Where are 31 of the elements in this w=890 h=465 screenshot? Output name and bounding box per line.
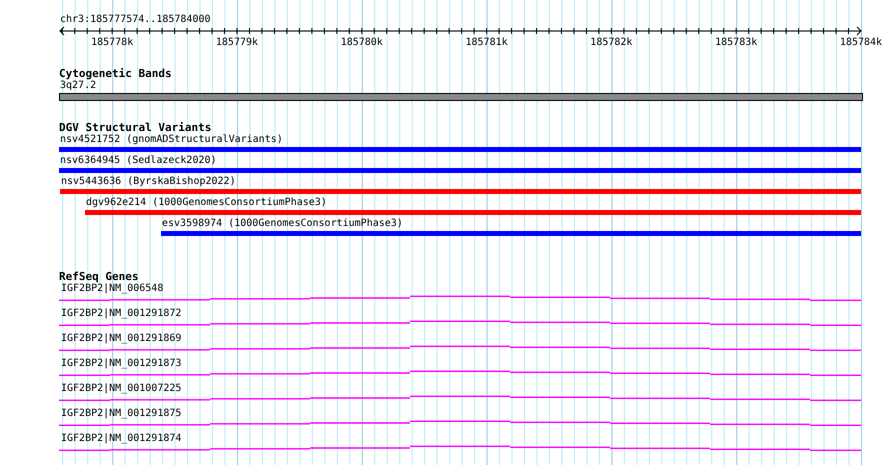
transcript-label: IGF2BP2|NM_001291875 <box>60 408 182 420</box>
transcript-line[interactable] <box>59 446 861 451</box>
tick-label: 185779k <box>216 37 258 49</box>
transcript-line[interactable] <box>59 396 861 401</box>
transcript-line[interactable] <box>59 296 861 301</box>
transcript-label: IGF2BP2|NM_001291869 <box>60 333 182 345</box>
variant-label: nsv4521752 (gnomADStructuralVariants) <box>59 134 283 146</box>
transcript-label: IGF2BP2|NM_001291873 <box>60 358 182 370</box>
tick-label: 185781k <box>466 37 508 49</box>
track-title: DGV Structural Variants <box>59 122 212 134</box>
variant-label: dgv962e214 (1000GenomesConsortiumPhase3) <box>85 197 327 209</box>
transcript-label: IGF2BP2|NM_001007225 <box>60 383 182 395</box>
transcript-line[interactable] <box>59 320 861 326</box>
variant-label: nsv5443636 (ByrskaBishop2022) <box>60 176 236 188</box>
tick-label: 185782k <box>590 37 632 49</box>
tick-label: 185783k <box>715 37 758 49</box>
transcript-label: IGF2BP2|NM_001291872 <box>60 308 182 320</box>
transcript-label: IGF2BP2|NM_006548 <box>60 283 164 295</box>
band-label: 3q27.2 <box>59 80 96 92</box>
variant-label: esv3598974 (1000GenomesConsortiumPhase3) <box>161 218 403 230</box>
tick-label: 185784k <box>840 37 882 49</box>
transcript-line[interactable] <box>59 420 861 426</box>
transcript-label: IGF2BP2|NM_001291874 <box>60 433 182 445</box>
location-label: chr3:185777574..185784000 <box>59 14 211 26</box>
track-title: Cytogenetic Bands <box>59 68 172 80</box>
track-title: RefSeq Genes <box>59 271 138 283</box>
transcript-line[interactable] <box>59 370 861 376</box>
tick-label: 185780k <box>340 37 383 49</box>
variant-label: nsv6364945 (Sedlazeck2020) <box>59 155 217 167</box>
tick-label: 185778k <box>91 37 134 49</box>
transcript-line[interactable] <box>59 346 861 351</box>
